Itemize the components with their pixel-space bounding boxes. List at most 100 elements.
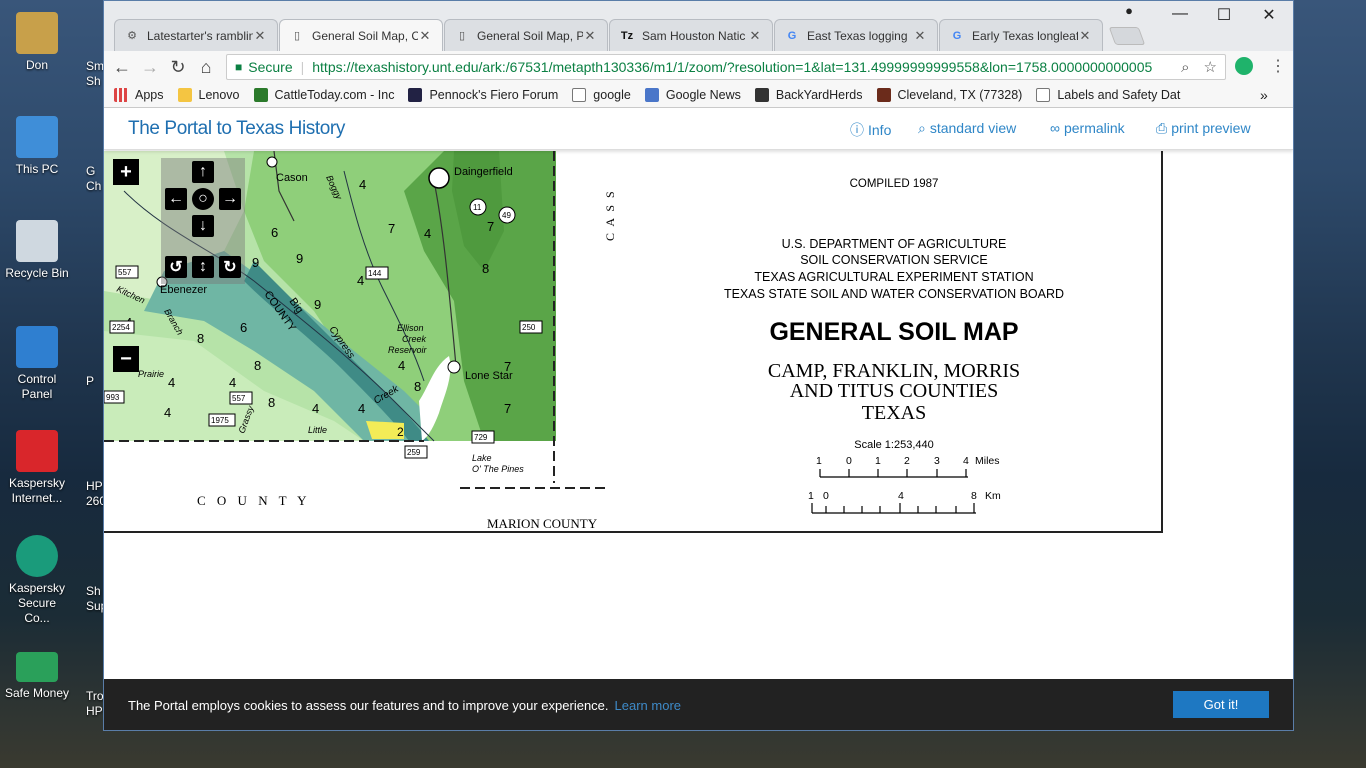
- map-viewer[interactable]: Cason Daingerfield Ebenezer Lone Star El…: [104, 151, 1294, 731]
- learn-more-link[interactable]: Learn more: [615, 698, 681, 713]
- tab-title: Early Texas longleaf: [972, 28, 1078, 43]
- money-icon: [16, 652, 58, 682]
- star-icon[interactable]: ☆: [1204, 58, 1217, 76]
- agency-line: TEXAS STATE SOIL AND WATER CONSERVATION …: [724, 287, 1064, 301]
- address-bar[interactable]: ■ Secure | https://texashistory.unt.edu/…: [226, 54, 1226, 80]
- bookmark-labels[interactable]: Labels and Safety Dat: [1036, 88, 1180, 102]
- close-icon[interactable]: ✕: [253, 28, 267, 44]
- tab-title: Sam Houston Natic: [642, 28, 746, 43]
- pan-left-button[interactable]: ←: [165, 188, 187, 210]
- agency-line: U.S. DEPARTMENT OF AGRICULTURE: [782, 237, 1007, 251]
- bookmark-google[interactable]: google: [572, 88, 631, 102]
- desktop-icon-kaspersky-secure[interactable]: Kaspersky Secure Co...: [4, 535, 70, 626]
- kaspersky-icon: [16, 430, 58, 472]
- soil-unit-number: 4: [229, 375, 236, 390]
- folder-icon: [177, 88, 192, 102]
- permalink-link[interactable]: ∞ permalink: [1050, 120, 1125, 136]
- place-ebenezer: Ebenezer: [160, 284, 207, 296]
- gear-face-icon: ⚙: [127, 30, 137, 42]
- desktop-icon-don[interactable]: Don: [4, 12, 70, 73]
- soil-map-image[interactable]: Cason Daingerfield Ebenezer Lone Star El…: [104, 151, 1294, 731]
- soil-unit-number: 4: [358, 401, 365, 416]
- bookmark-pennocks[interactable]: Pennock's Fiero Forum: [408, 88, 558, 102]
- forward-button[interactable]: →: [136, 57, 164, 78]
- back-button[interactable]: ←: [108, 57, 136, 78]
- rotate-right-button[interactable]: ↻: [219, 256, 241, 278]
- standard-view-link[interactable]: ⌕ standard view: [918, 120, 1016, 137]
- bookmark-cleveland[interactable]: Cleveland, TX (77328): [876, 88, 1022, 102]
- shield-lock-icon: [16, 535, 58, 577]
- computer-icon: [16, 116, 58, 158]
- desktop-icon-recycle-bin[interactable]: Recycle Bin: [4, 220, 70, 281]
- link-icon: ∞: [1050, 120, 1060, 136]
- desktop-icon-safe-money[interactable]: Safe Money: [4, 646, 70, 701]
- pan-down-button[interactable]: ↓: [192, 215, 214, 237]
- minimize-button[interactable]: —: [1158, 5, 1202, 23]
- scale-tick-label: 3: [934, 455, 940, 467]
- backyardherds-icon: [754, 88, 769, 102]
- menu-icon[interactable]: ⋮: [1270, 56, 1286, 76]
- soil-unit-number: 9: [314, 297, 321, 312]
- print-preview-label: print preview: [1171, 120, 1251, 136]
- tab-sam-houston[interactable]: Tz Sam Houston Natic ✕: [609, 19, 773, 51]
- pennocks-icon: [408, 88, 423, 102]
- recycle-bin-icon: [16, 220, 58, 262]
- soil-unit-number: 4: [398, 358, 405, 373]
- tab-latestarter[interactable]: ⚙ Latestarter's ramblin ✕: [114, 19, 278, 51]
- close-icon[interactable]: ✕: [748, 28, 762, 44]
- bookmark-label: Google News: [665, 88, 741, 102]
- new-tab-button[interactable]: [1108, 27, 1146, 45]
- news-icon: [644, 88, 659, 102]
- zoom-icon[interactable]: ⌕: [1181, 59, 1189, 76]
- place-prairie: Prairie: [138, 369, 164, 379]
- scale-text: Scale 1:253,440: [854, 439, 934, 451]
- bookmark-label: Labels and Safety Dat: [1057, 88, 1181, 102]
- close-icon[interactable]: ✕: [583, 28, 597, 44]
- bookmark-google-news[interactable]: Google News: [644, 88, 741, 102]
- desktop-icon-label: Kaspersky Secure Co...: [8, 581, 66, 625]
- bookmarks-bar: Apps Lenovo CattleToday.com - Inc Pennoc…: [104, 83, 1293, 108]
- tab-east-texas-logging[interactable]: G East Texas logging ✕: [774, 19, 938, 51]
- soil-unit-number: 8: [197, 331, 204, 346]
- home-button[interactable]: ⌂: [192, 57, 220, 78]
- portal-title[interactable]: The Portal to Texas History: [128, 118, 345, 140]
- pan-home-button[interactable]: ○: [192, 188, 214, 210]
- bookmark-backyardherds[interactable]: BackYardHerds: [754, 88, 863, 102]
- tab-general-soil-map-c[interactable]: ▯ General Soil Map, C ✕: [279, 19, 443, 51]
- reload-button[interactable]: ↻: [164, 57, 192, 78]
- close-icon[interactable]: ✕: [913, 28, 927, 44]
- scale-tick-label: 0: [846, 455, 852, 467]
- extension-icon[interactable]: [1235, 57, 1253, 75]
- rotate-left-button[interactable]: ↺: [165, 256, 187, 278]
- tab-general-soil-map-p[interactable]: ▯ General Soil Map, P ✕: [444, 19, 608, 51]
- search-icon: ⌕: [918, 120, 926, 136]
- bookmarks-overflow-button[interactable]: »: [1260, 87, 1268, 103]
- print-preview-link[interactable]: ⎙ print preview: [1156, 120, 1251, 137]
- bookmark-lenovo[interactable]: Lenovo: [177, 88, 240, 102]
- pan-right-button[interactable]: →: [219, 188, 241, 210]
- scale-tick-label: 0: [823, 490, 829, 502]
- desktop-icon-kaspersky-internet[interactable]: Kaspersky Internet...: [4, 430, 70, 506]
- tab-early-texas-longleaf[interactable]: G Early Texas longleaf ✕: [939, 19, 1103, 51]
- maximize-button[interactable]: ☐: [1202, 5, 1246, 25]
- bookmark-apps[interactable]: Apps: [114, 88, 164, 102]
- bookmark-label: BackYardHerds: [775, 88, 863, 102]
- flip-button[interactable]: ↕: [192, 256, 214, 278]
- close-icon[interactable]: ✕: [1078, 28, 1092, 44]
- profile-icon[interactable]: ●: [1107, 3, 1151, 18]
- bookmark-cattletoday[interactable]: CattleToday.com - Inc: [253, 88, 394, 102]
- compiled-text: COMPILED 1987: [850, 178, 939, 190]
- url-path: /ark:/67531/metapth130336/m1/1/zoom/?res…: [478, 59, 1153, 75]
- highway-number: 259: [407, 448, 421, 457]
- close-window-button[interactable]: ✕: [1247, 5, 1291, 25]
- zoom-in-button[interactable]: +: [113, 159, 139, 185]
- soil-unit-number: 8: [268, 395, 275, 410]
- zoom-out-button[interactable]: −: [113, 346, 139, 372]
- desktop-icon-control-panel[interactable]: Control Panel: [4, 326, 70, 402]
- close-icon[interactable]: ✕: [418, 28, 432, 44]
- got-it-button[interactable]: Got it!: [1173, 691, 1269, 718]
- desktop-icon-this-pc[interactable]: This PC: [4, 116, 70, 177]
- control-panel-icon: [16, 326, 58, 368]
- info-link[interactable]: ⓘ Info: [850, 120, 891, 140]
- pan-up-button[interactable]: ↑: [192, 161, 214, 183]
